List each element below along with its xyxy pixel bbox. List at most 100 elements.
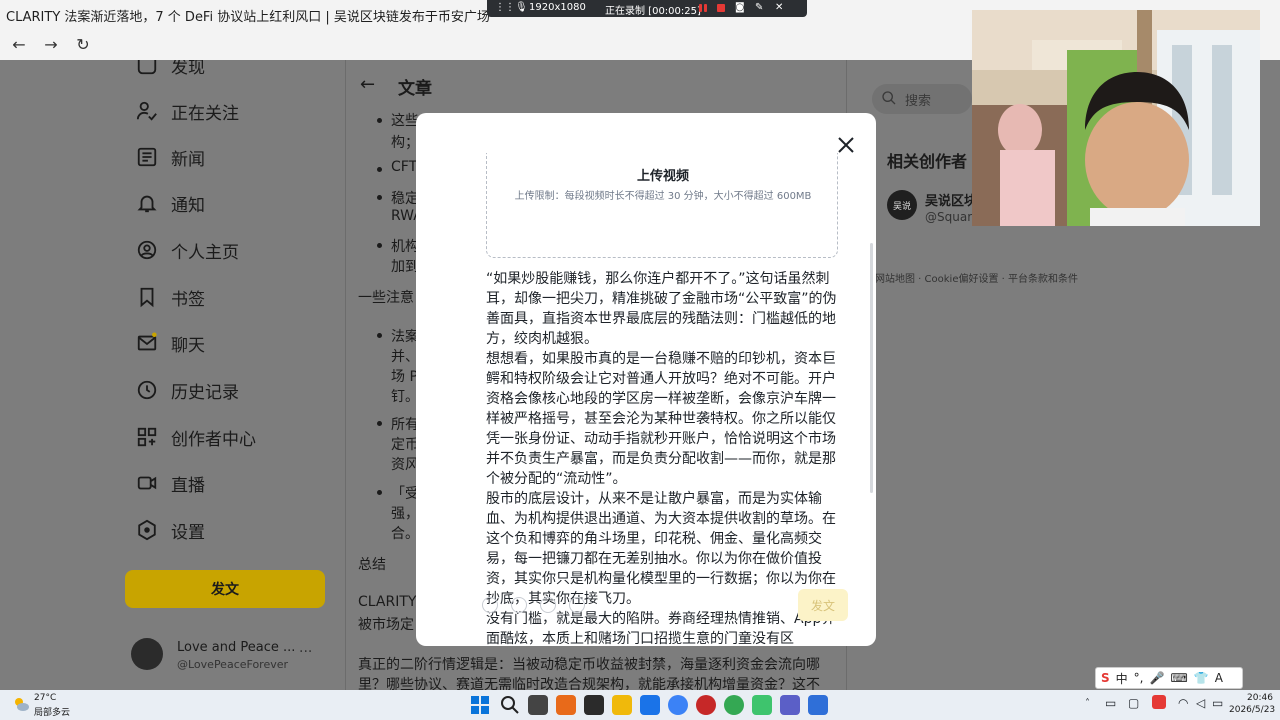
coin-icon[interactable]	[540, 597, 556, 613]
volume-icon[interactable]: ◁	[1196, 696, 1205, 710]
bullet	[377, 243, 382, 248]
task-view-icon[interactable]	[528, 695, 548, 715]
skin-icon[interactable]: 👕	[1194, 671, 1209, 685]
poll-icon[interactable]	[569, 597, 585, 613]
app-icon[interactable]	[640, 695, 660, 715]
sogou-icon[interactable]: S	[1101, 671, 1110, 685]
clock-date[interactable]: 2026/5/23	[1229, 705, 1275, 715]
modal-post-button[interactable]: 发文	[798, 589, 848, 621]
sidebar-item-label: 正在关注	[171, 103, 239, 124]
scrollbar[interactable]	[870, 243, 873, 493]
article-text: 场 P	[391, 369, 418, 385]
punctuation-icon[interactable]: °,	[1134, 671, 1144, 685]
battery-icon[interactable]: ▭	[1212, 696, 1223, 710]
sidebar-item-label: 创作者中心	[171, 429, 256, 450]
post-body-editor[interactable]: “如果炒股能赚钱，那么你连户都开不了。”这句话虽然刺耳，却像一把尖刀，精准挑破了…	[486, 269, 840, 646]
sidebar-item-creator-center[interactable]: 创作者中心	[135, 422, 256, 452]
clock-time[interactable]: 20:46	[1247, 693, 1273, 703]
image-icon[interactable]	[511, 597, 527, 613]
discover-icon	[135, 60, 159, 77]
binance-icon[interactable]	[612, 695, 632, 715]
upload-limit: 上传限制：每段视频时长不得超过 30 分钟，大小不得超过 600MB	[514, 191, 812, 202]
profile-icon	[135, 238, 159, 262]
article-text: 构；	[391, 135, 419, 151]
search-icon[interactable]	[500, 695, 520, 715]
sidebar-item-label: 个人主页	[171, 242, 239, 263]
grip-icon: ⋮⋮	[495, 2, 515, 13]
avatar	[131, 638, 163, 670]
sidebar-item-bookmarks[interactable]: 书签	[135, 282, 205, 312]
sidebar-item-history[interactable]: 历史记录	[135, 375, 239, 405]
creator-avatar[interactable]: 吴说	[887, 190, 917, 220]
app-icon[interactable]	[556, 695, 576, 715]
creator-name[interactable]: 吴说区块	[925, 190, 977, 209]
video-icon	[135, 471, 159, 495]
mic-icon[interactable]: 🎙	[515, 2, 528, 13]
sidebar-item-notifications[interactable]: 通知	[135, 188, 205, 218]
windows-taskbar: 27°C 局部多云 ˄ ▭ ▢ ◠ ◁ ▭ 20:46 2026/5/23	[0, 690, 1280, 720]
mail-icon	[135, 331, 159, 355]
stop-icon[interactable]	[717, 4, 725, 15]
app-icon[interactable]	[752, 695, 772, 715]
grid-icon	[135, 425, 159, 449]
back-icon[interactable]: ←	[8, 34, 30, 56]
forward-icon[interactable]: →	[40, 34, 62, 56]
chrome-icon[interactable]	[724, 695, 744, 715]
sidebar-item-chat[interactable]: 聊天	[135, 328, 205, 358]
paragraph: 没有门槛，就是最大的陷阱。券商经理热情推销、App界面酷炫，本质上和赌场门口招揽…	[486, 611, 836, 646]
chevron-up-icon[interactable]: ˄	[1085, 698, 1090, 709]
resolution-label: 1920x1080	[529, 2, 586, 13]
article-text: 法案	[391, 329, 419, 345]
app-icon[interactable]	[668, 695, 688, 715]
clock-icon	[135, 378, 159, 402]
settings-icon	[135, 518, 159, 542]
sidebar-item-news[interactable]: 新闻	[135, 142, 205, 172]
article-text: 所有	[391, 417, 419, 433]
record-icon[interactable]	[696, 695, 716, 715]
video-upload-area[interactable]: 上传视频 上传限制：每段视频时长不得超过 30 分钟，大小不得超过 600MB	[486, 153, 838, 258]
ai-icon[interactable]: A	[1215, 671, 1223, 685]
article-text: 定币	[391, 437, 419, 453]
article-text: CLARITY	[358, 594, 417, 610]
sidebar-item-label: 聊天	[171, 335, 205, 356]
sidebar-item-following[interactable]: 正在关注	[135, 96, 239, 126]
article-text: 钉。	[391, 389, 419, 405]
voice-icon[interactable]: 🎤	[1150, 671, 1165, 685]
user-profile[interactable]: Love and Peace ... @LovePeaceForever ···	[131, 638, 331, 674]
start-icon[interactable]	[470, 695, 490, 715]
keyboard-icon[interactable]: ⌨	[1170, 671, 1187, 685]
app-icon[interactable]	[584, 695, 604, 715]
app-icon[interactable]	[808, 695, 828, 715]
app-icon[interactable]	[780, 695, 800, 715]
sogou-tray-icon[interactable]	[1152, 695, 1166, 709]
camera-icon[interactable]: ◙	[735, 2, 745, 13]
tray-icon[interactable]: ▭	[1105, 696, 1116, 710]
ime-toolbar: S 中 °, 🎤 ⌨ 👕 A	[1095, 667, 1243, 689]
article-text: CFT	[391, 159, 418, 175]
ime-language-toggle[interactable]: 中	[1116, 670, 1128, 687]
recording-toolbar: ⋮⋮ 🎙 1920x1080 正在录制 [00:00:25] ◙ ✎ ✕	[487, 0, 807, 17]
search-icon	[881, 90, 897, 110]
tray-icon[interactable]: ▢	[1128, 696, 1139, 710]
post-button[interactable]: 发文	[125, 570, 325, 608]
sidebar-item-live[interactable]: 直播	[135, 468, 205, 498]
more-icon[interactable]: ···	[299, 644, 312, 660]
pen-icon[interactable]: ✎	[755, 2, 763, 13]
reload-icon[interactable]: ↻	[72, 34, 94, 56]
sidebar-item-label: 通知	[171, 195, 205, 216]
wifi-icon[interactable]: ◠	[1178, 696, 1188, 710]
sidebar-item-label: 新闻	[171, 149, 205, 170]
footer-links[interactable]: 网站地图 · Cookie偏好设置 · 平台条款和条件	[875, 270, 1078, 285]
pause-icon[interactable]	[699, 4, 707, 15]
sidebar-item-profile[interactable]: 个人主页	[135, 235, 239, 265]
emoji-icon[interactable]	[482, 597, 498, 613]
close-icon[interactable]: ✕	[775, 2, 783, 13]
sidebar-item-settings[interactable]: 设置	[135, 515, 205, 545]
back-arrow-icon[interactable]: ←	[360, 74, 375, 95]
paragraph: 股市的底层设计，从来不是让散户暴富，而是为实体输血、为机构提供退出通道、为大资本…	[486, 491, 836, 607]
sidebar-item-discover[interactable]: 发现	[135, 60, 205, 80]
profile-name: Love and Peace ...	[177, 640, 296, 655]
weather-icon[interactable]	[12, 696, 30, 712]
article-text: 并、	[391, 349, 419, 365]
article-text: 机构	[391, 239, 419, 255]
